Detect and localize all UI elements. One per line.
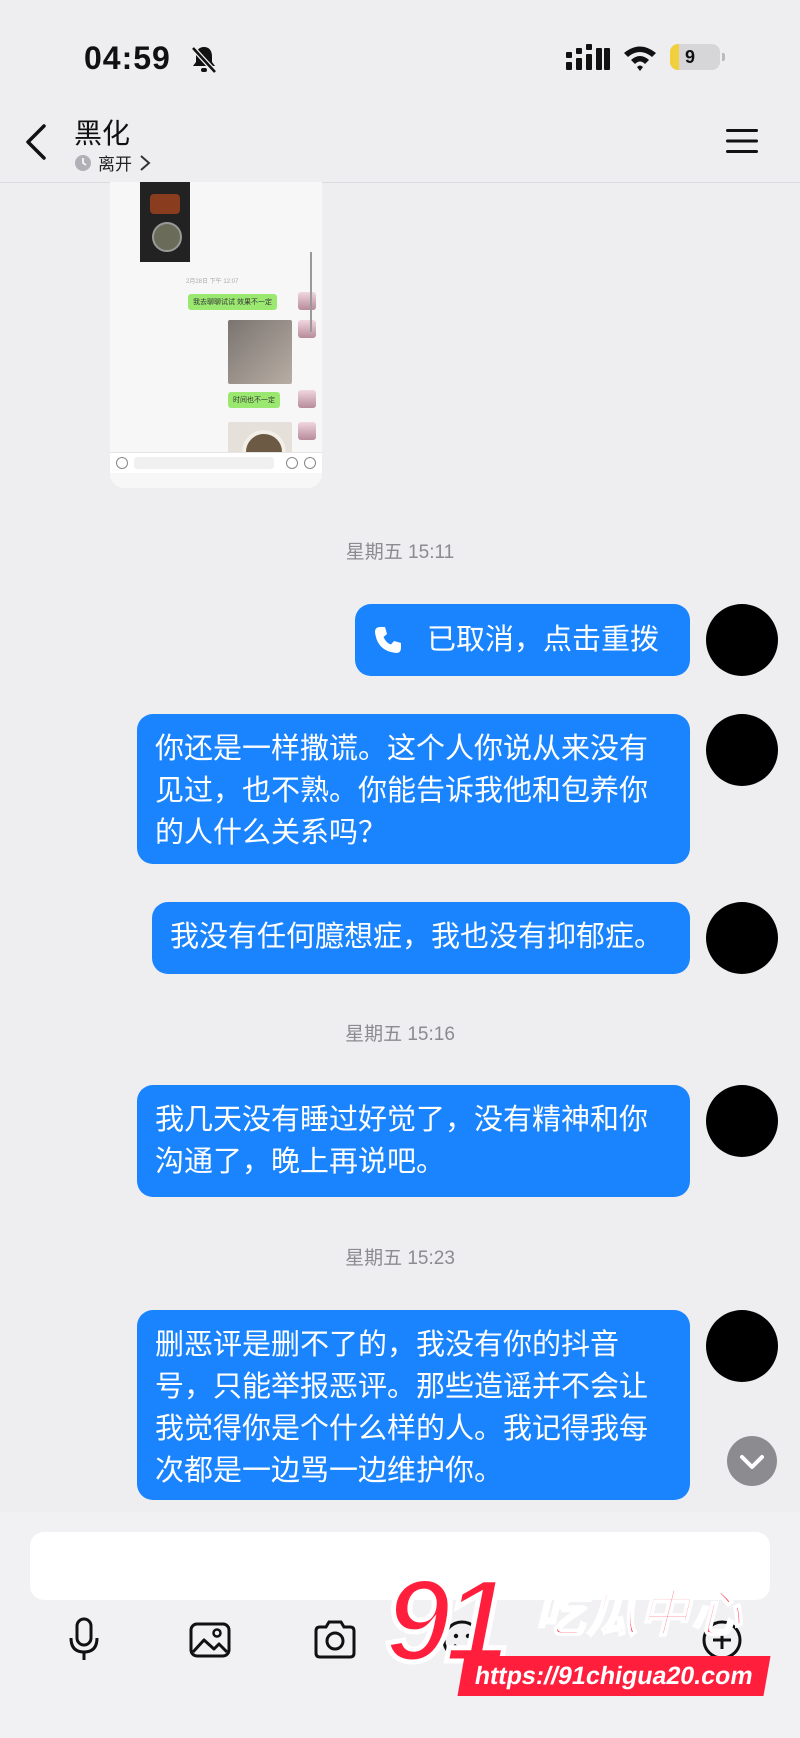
message-bubble[interactable]: 你还是一样撒谎。这个人你说从来没有见过，也不熟。你能告诉我他和包养你的人什么关系… — [137, 714, 690, 864]
avatar[interactable] — [706, 1310, 778, 1382]
menu-icon[interactable] — [726, 128, 758, 154]
shared-screenshot-image[interactable]: 2月28日 下午 12:07 我去聊聊试试 效果不一定 时间也不一定 — [110, 182, 322, 488]
chat-header: 黑化 离开 — [0, 100, 800, 183]
bell-muted-icon — [191, 46, 217, 74]
preview-avatar — [298, 390, 316, 408]
message-bubble[interactable]: 删恶评是删不了的，我没有你的抖音号，只能举报恶评。那些造谣并不会让我觉得你是个什… — [137, 1310, 690, 1500]
phone-icon — [375, 627, 401, 653]
call-cancelled-text: 已取消，点击重拨 — [427, 624, 660, 656]
preview-scrollbar — [310, 252, 312, 332]
timestamp: 星期五 15:11 — [345, 542, 455, 563]
battery-level: 9 — [684, 47, 695, 67]
avatar[interactable] — [706, 714, 778, 786]
clock-icon — [75, 154, 91, 171]
timestamp: 星期五 15:23 — [345, 1248, 455, 1269]
avatar[interactable] — [706, 902, 778, 974]
message-bubble[interactable]: 我几天没有睡过好觉了，没有精神和你沟通了，晚上再说吧。 — [137, 1085, 690, 1197]
preview-date: 2月28日 下午 12:07 — [186, 279, 239, 285]
preview-avatar — [298, 320, 316, 338]
image-icon[interactable] — [188, 1616, 232, 1664]
contact-status-text: 离开 — [98, 155, 132, 174]
chevron-right-icon — [140, 154, 151, 171]
preview-thumbnail — [140, 182, 190, 262]
contact-status[interactable]: 离开 — [74, 150, 152, 175]
watermark-name: 吃瓜中心 — [534, 1585, 743, 1643]
microphone-icon[interactable] — [66, 1616, 102, 1664]
preview-photo — [228, 422, 292, 452]
preview-photo — [228, 320, 292, 384]
wifi-icon — [624, 46, 656, 71]
camera-icon[interactable] — [312, 1616, 358, 1664]
scroll-to-bottom-button[interactable] — [727, 1436, 777, 1486]
back-chevron-icon[interactable] — [22, 122, 52, 162]
preview-input-bar — [110, 452, 322, 473]
battery-icon: 9 — [670, 44, 725, 70]
watermark-logo: 91 吃瓜中心 https://91chigua20.com — [382, 1552, 780, 1702]
preview-bubble: 我去聊聊试试 效果不一定 — [188, 294, 277, 310]
call-cancelled-bubble[interactable]: 已取消，点击重拨 — [355, 604, 690, 676]
preview-bubble: 时间也不一定 — [228, 392, 280, 408]
avatar[interactable] — [706, 604, 778, 676]
timestamp: 星期五 15:16 — [345, 1024, 455, 1045]
preview-avatar — [298, 292, 316, 310]
status-time: 04:59 — [84, 40, 171, 76]
avatar[interactable] — [706, 1085, 778, 1157]
signal-icon — [566, 44, 610, 70]
preview-avatar — [298, 422, 316, 440]
watermark-url: https://91chigua20.com — [457, 1656, 771, 1696]
contact-name[interactable]: 黑化 — [74, 112, 130, 152]
status-bar: 04:59 9 — [0, 0, 800, 100]
message-bubble[interactable]: 我没有任何臆想症，我也没有抑郁症。 — [152, 902, 690, 974]
chevron-down-icon — [740, 1455, 764, 1469]
